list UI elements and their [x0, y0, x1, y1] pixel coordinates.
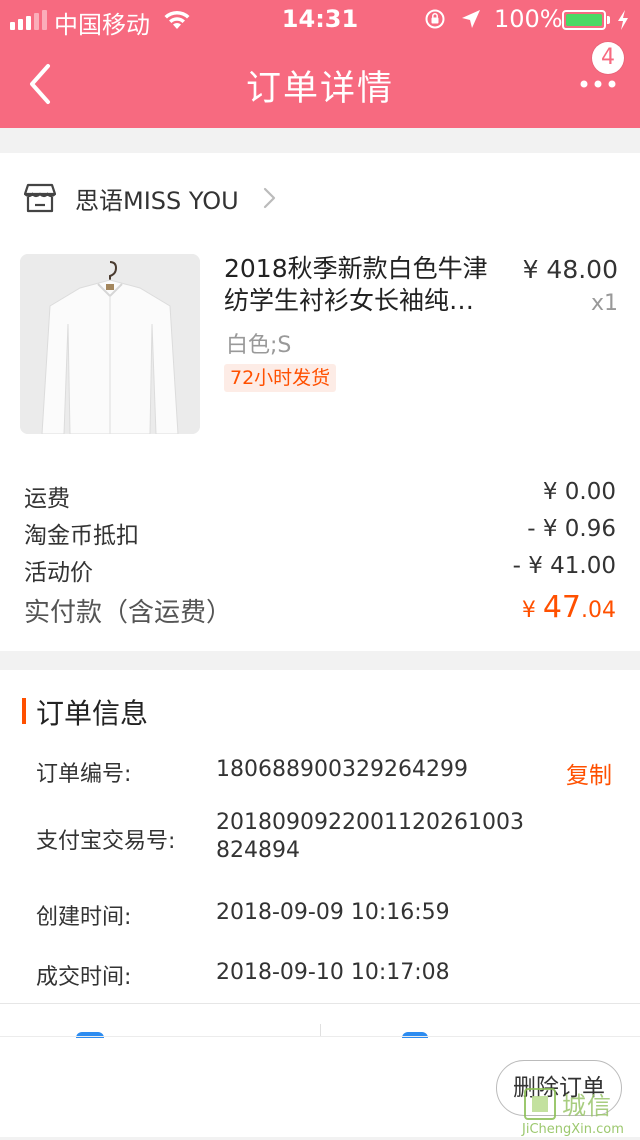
chevron-right-icon — [263, 187, 276, 209]
amount-integer: 47 — [542, 590, 581, 625]
message-count-badge: 4 — [592, 42, 624, 74]
info-value: 2018-09-09 10:16:59 — [216, 900, 450, 925]
status-bar: 中国移动 14:31 100% — [0, 0, 640, 40]
contact-seller-icon[interactable] — [76, 1032, 104, 1038]
battery-percent: 100% — [494, 5, 563, 33]
location-icon — [462, 10, 480, 28]
info-value: 2018090922001120261003824894 — [216, 810, 524, 863]
info-value: 180688900329264299 — [216, 757, 468, 782]
fee-value: - ¥ 0.96 — [527, 516, 616, 542]
divider — [320, 1024, 321, 1036]
fee-value: ¥ 0.00 — [542, 479, 616, 505]
shirt-image — [20, 254, 200, 434]
more-icon — [580, 80, 616, 88]
total-paid-label: 实付款（含运费） — [24, 598, 233, 628]
watermark-logo-icon — [524, 1088, 556, 1120]
shipping-tag: 72小时发货 — [224, 364, 337, 392]
total-paid-row: 实付款（含运费） ¥ 47.04 — [24, 590, 616, 630]
watermark-url: JiChengXin.com — [522, 1122, 624, 1137]
shop-link[interactable]: 思语MISS YOU — [0, 153, 640, 243]
section-title: 订单信息 — [36, 697, 149, 730]
order-card: 思语MISS YOU 2018秋季新款白色牛津纺学生衬衫女长袖纯… ¥ 48.0… — [0, 153, 640, 651]
page-title: 订单详情 — [245, 69, 394, 109]
product-price: ¥ 48.00 — [522, 255, 618, 284]
product-quantity: x1 — [590, 291, 618, 316]
battery-level — [566, 14, 602, 26]
info-key: 创建时间: — [36, 905, 132, 930]
store-icon — [24, 183, 56, 213]
fee-label: 活动价 — [24, 560, 93, 586]
watermark-text: 城信 — [562, 1092, 612, 1120]
shop-name: 思语MISS YOU — [75, 187, 239, 215]
product-sku: 白色;S — [226, 333, 292, 358]
total-paid-amount: ¥ 47.04 — [522, 590, 616, 625]
battery-tip — [607, 16, 610, 24]
order-info-section: 订单信息 订单编号: 180688900329264299 复制 支付宝交易号:… — [0, 670, 640, 1003]
watermark: 城信 JiChengXin.com — [520, 1086, 640, 1140]
fee-row-shipping: 运费 ¥ 0.00 — [24, 479, 616, 512]
info-key: 订单编号: — [36, 762, 132, 787]
call-icon[interactable] — [402, 1032, 428, 1038]
product-image[interactable] — [20, 254, 200, 434]
more-button[interactable]: 4 — [570, 42, 626, 108]
info-key: 支付宝交易号: — [36, 829, 176, 854]
divider — [0, 1036, 640, 1037]
battery-icon — [562, 10, 606, 30]
header: 中国移动 14:31 100% 订单详情 4 — [0, 0, 640, 128]
fee-label: 运费 — [24, 486, 70, 512]
rotation-lock-icon — [425, 9, 445, 29]
info-key: 成交时间: — [36, 965, 132, 990]
info-value: 2018-09-10 10:17:08 — [216, 960, 450, 985]
bottom-action-bar: 删除订单 城信 JiChengXin.com — [0, 1003, 640, 1137]
product-title[interactable]: 2018秋季新款白色牛津纺学生衬衫女长袖纯… — [224, 253, 504, 317]
currency-symbol: ¥ — [521, 598, 543, 623]
section-accent-bar — [22, 698, 26, 724]
charging-icon — [618, 10, 628, 30]
fee-value: - ¥ 41.00 — [512, 553, 616, 579]
fee-label: 淘金币抵扣 — [24, 523, 139, 549]
fee-row-coin-discount: 淘金币抵扣 - ¥ 0.96 — [24, 516, 616, 549]
copy-button[interactable]: 复制 — [566, 756, 612, 790]
fee-row-promotion: 活动价 - ¥ 41.00 — [24, 553, 616, 586]
amount-decimal: .04 — [581, 598, 616, 623]
